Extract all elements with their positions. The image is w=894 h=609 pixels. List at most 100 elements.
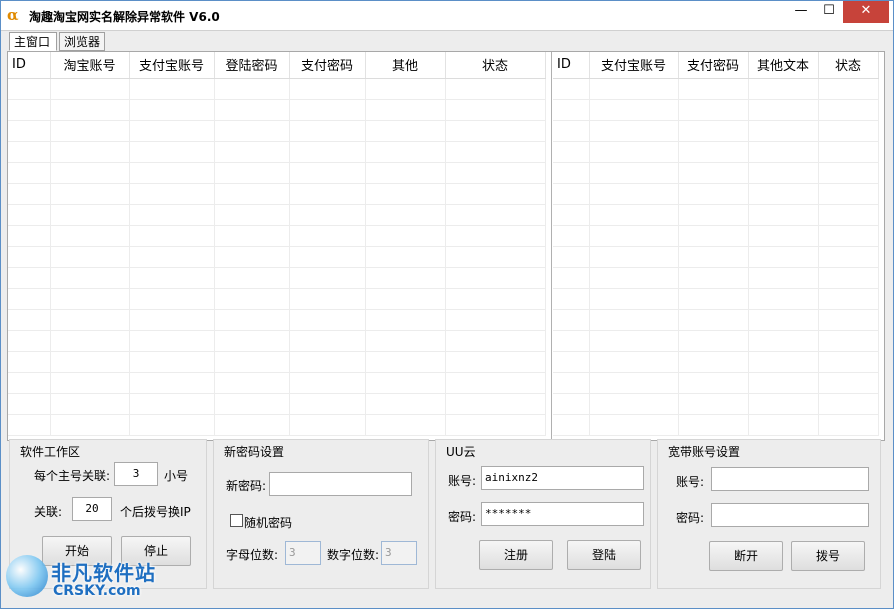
table-row[interactable] bbox=[8, 204, 546, 226]
table-cell[interactable] bbox=[589, 372, 679, 394]
table-cell[interactable] bbox=[678, 309, 749, 331]
column-header-id[interactable]: ID bbox=[553, 52, 590, 79]
column-header-pay-password[interactable]: 支付密码 bbox=[289, 52, 366, 79]
table-cell[interactable] bbox=[289, 309, 366, 331]
table-cell[interactable] bbox=[678, 330, 749, 352]
table-cell[interactable] bbox=[678, 372, 749, 394]
table-cell[interactable] bbox=[818, 288, 879, 310]
table-cell[interactable] bbox=[748, 372, 819, 394]
table-cell[interactable] bbox=[589, 141, 679, 163]
table-cell[interactable] bbox=[678, 225, 749, 247]
broadband-password-input[interactable] bbox=[711, 503, 869, 527]
table-cell[interactable] bbox=[289, 246, 366, 268]
alipay-table[interactable]: ID 支付宝账号 支付密码 其他文本 状态 bbox=[553, 52, 884, 440]
table-cell[interactable] bbox=[445, 99, 546, 121]
table-cell[interactable] bbox=[553, 141, 590, 163]
table-cell[interactable] bbox=[818, 78, 879, 100]
table-cell[interactable] bbox=[289, 99, 366, 121]
table-cell[interactable] bbox=[445, 78, 546, 100]
table-cell[interactable] bbox=[129, 309, 215, 331]
table-row[interactable] bbox=[553, 351, 879, 373]
table-cell[interactable] bbox=[818, 372, 879, 394]
table-cell[interactable] bbox=[748, 204, 819, 226]
table-cell[interactable] bbox=[818, 393, 879, 415]
table-row[interactable] bbox=[8, 309, 546, 331]
letters-count-input[interactable]: 3 bbox=[285, 541, 321, 565]
table-cell[interactable] bbox=[445, 351, 546, 373]
table-cell[interactable] bbox=[818, 414, 879, 436]
table-cell[interactable] bbox=[445, 414, 546, 436]
table-row[interactable] bbox=[8, 99, 546, 121]
table-cell[interactable] bbox=[365, 372, 446, 394]
table-cell[interactable] bbox=[818, 330, 879, 352]
table-cell[interactable] bbox=[214, 246, 290, 268]
table-cell[interactable] bbox=[50, 288, 130, 310]
table-cell[interactable] bbox=[50, 120, 130, 142]
column-header-alipay-account[interactable]: 支付宝账号 bbox=[129, 52, 215, 79]
table-cell[interactable] bbox=[748, 162, 819, 184]
table-row[interactable] bbox=[553, 267, 879, 289]
column-header-status[interactable]: 状态 bbox=[818, 52, 879, 79]
table-cell[interactable] bbox=[748, 267, 819, 289]
table-cell[interactable] bbox=[678, 141, 749, 163]
table-cell[interactable] bbox=[214, 99, 290, 121]
table-row[interactable] bbox=[8, 267, 546, 289]
table-cell[interactable] bbox=[50, 141, 130, 163]
table-cell[interactable] bbox=[214, 204, 290, 226]
table-cell[interactable] bbox=[445, 309, 546, 331]
table-row[interactable] bbox=[8, 120, 546, 142]
table-row[interactable] bbox=[8, 414, 546, 436]
table-cell[interactable] bbox=[748, 120, 819, 142]
table-cell[interactable] bbox=[445, 120, 546, 142]
table-cell[interactable] bbox=[365, 120, 446, 142]
table-cell[interactable] bbox=[50, 204, 130, 226]
table-row[interactable] bbox=[8, 372, 546, 394]
table-cell[interactable] bbox=[553, 372, 590, 394]
table-cell[interactable] bbox=[748, 393, 819, 415]
table-cell[interactable] bbox=[50, 267, 130, 289]
table-cell[interactable] bbox=[50, 99, 130, 121]
table-cell[interactable] bbox=[818, 309, 879, 331]
table-cell[interactable] bbox=[8, 267, 51, 289]
table-cell[interactable] bbox=[8, 372, 51, 394]
table-cell[interactable] bbox=[129, 120, 215, 142]
table-row[interactable] bbox=[553, 372, 879, 394]
table-cell[interactable] bbox=[553, 246, 590, 268]
table-cell[interactable] bbox=[8, 225, 51, 247]
table-cell[interactable] bbox=[678, 204, 749, 226]
table-cell[interactable] bbox=[553, 99, 590, 121]
table-cell[interactable] bbox=[50, 351, 130, 373]
table-cell[interactable] bbox=[289, 204, 366, 226]
table-cell[interactable] bbox=[214, 351, 290, 373]
table-cell[interactable] bbox=[589, 330, 679, 352]
table-cell[interactable] bbox=[214, 183, 290, 205]
close-button[interactable]: ✕ bbox=[843, 1, 889, 23]
table-cell[interactable] bbox=[50, 414, 130, 436]
table-cell[interactable] bbox=[365, 309, 446, 331]
table-cell[interactable] bbox=[748, 141, 819, 163]
table-cell[interactable] bbox=[553, 78, 590, 100]
table-cell[interactable] bbox=[50, 372, 130, 394]
column-header-other-text[interactable]: 其他文本 bbox=[748, 52, 819, 79]
table-cell[interactable] bbox=[214, 309, 290, 331]
table-cell[interactable] bbox=[589, 204, 679, 226]
table-cell[interactable] bbox=[365, 183, 446, 205]
table-cell[interactable] bbox=[289, 225, 366, 247]
table-cell[interactable] bbox=[129, 330, 215, 352]
table-cell[interactable] bbox=[289, 141, 366, 163]
table-cell[interactable] bbox=[214, 141, 290, 163]
table-cell[interactable] bbox=[818, 141, 879, 163]
table-cell[interactable] bbox=[8, 78, 51, 100]
table-row[interactable] bbox=[553, 162, 879, 184]
table-cell[interactable] bbox=[818, 204, 879, 226]
tab-browser[interactable]: 浏览器 bbox=[59, 32, 105, 51]
table-cell[interactable] bbox=[129, 246, 215, 268]
table-cell[interactable] bbox=[748, 414, 819, 436]
table-cell[interactable] bbox=[214, 330, 290, 352]
table-cell[interactable] bbox=[589, 309, 679, 331]
table-cell[interactable] bbox=[365, 204, 446, 226]
table-cell[interactable] bbox=[748, 225, 819, 247]
dial-button[interactable]: 拨号 bbox=[791, 541, 865, 571]
maximize-button[interactable]: ☐ bbox=[814, 1, 844, 23]
table-cell[interactable] bbox=[129, 267, 215, 289]
